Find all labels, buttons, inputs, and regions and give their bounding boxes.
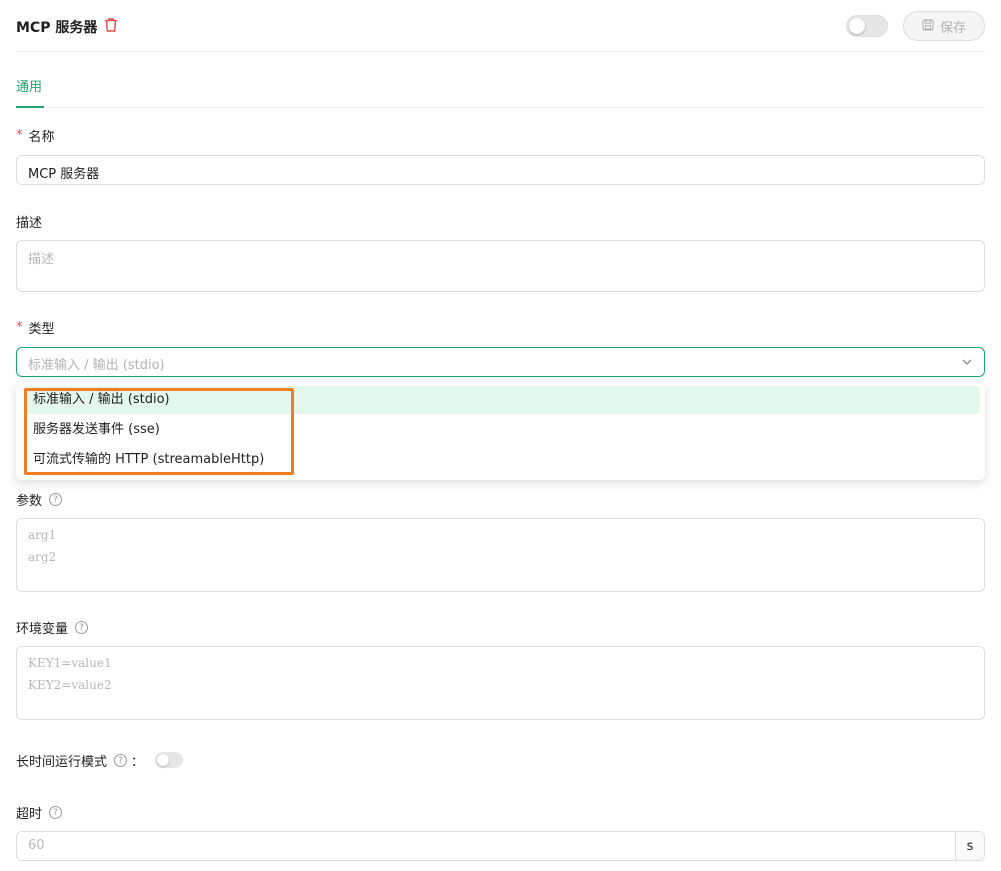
tab-general[interactable]: 通用 [16, 76, 42, 95]
type-select-value: 标准输入 / 输出 (stdio) [28, 358, 165, 373]
tab-active-indicator [16, 106, 44, 108]
required-marker: * [16, 320, 23, 335]
long-running-toggle[interactable] [155, 752, 183, 768]
question-circle-icon[interactable]: ? [49, 806, 63, 819]
header: MCP 服务器 保存 [16, 0, 985, 52]
name-label-text: 名称 [28, 130, 55, 145]
args-placeholder-line: arg1 [28, 528, 57, 542]
tab-bar: 通用 [16, 64, 985, 108]
type-label: * 类型 [16, 318, 55, 337]
timeout-label: 超时 ? [16, 803, 63, 822]
page-title: MCP 服务器 [16, 20, 98, 36]
long-running-label: 长时间运行模式 ? ： [16, 751, 144, 770]
toggle-knob [157, 754, 169, 766]
save-button[interactable]: 保存 [903, 11, 985, 41]
env-label: 环境变量 ? [16, 618, 89, 637]
trash-icon[interactable] [104, 17, 118, 33]
name-input-value: MCP 服务器 [28, 167, 100, 182]
env-placeholder-line: KEY2=value2 [28, 678, 112, 692]
description-label-text: 描述 [16, 216, 43, 231]
label-colon: ： [131, 755, 145, 770]
args-placeholder-line: arg2 [28, 550, 57, 564]
description-textarea[interactable]: 描述 [16, 240, 985, 292]
save-button-label: 保存 [939, 19, 966, 35]
description-placeholder: 描述 [28, 252, 55, 267]
question-circle-icon[interactable]: ? [75, 621, 89, 634]
required-marker: * [16, 128, 23, 143]
timeout-input[interactable]: 60 s [16, 831, 985, 861]
long-running-label-text: 长时间运行模式 [16, 755, 108, 770]
env-textarea[interactable]: KEY1=value1 KEY2=value2 [16, 646, 985, 720]
timeout-label-text: 超时 [16, 807, 43, 822]
floppy-disk-icon [922, 18, 934, 34]
name-label: * 名称 [16, 126, 55, 145]
name-input[interactable]: MCP 服务器 [16, 155, 985, 185]
env-placeholder-line: KEY1=value1 [28, 656, 112, 670]
args-label-text: 参数 [16, 494, 43, 509]
type-label-text: 类型 [28, 322, 55, 337]
annotation-highlight-box [24, 388, 294, 475]
type-select[interactable]: 标准输入 / 输出 (stdio) [16, 347, 985, 377]
args-textarea[interactable]: arg1 arg2 [16, 518, 985, 592]
enable-toggle[interactable] [846, 15, 888, 37]
env-label-text: 环境变量 [16, 622, 69, 637]
timeout-placeholder: 60 [28, 838, 45, 853]
chevron-down-icon [962, 356, 972, 366]
question-circle-icon[interactable]: ? [49, 493, 63, 506]
description-label: 描述 [16, 212, 42, 231]
args-label: 参数 ? [16, 490, 63, 509]
question-circle-icon[interactable]: ? [114, 754, 128, 767]
toggle-knob [849, 18, 865, 34]
timeout-unit-suffix: s [955, 832, 984, 860]
